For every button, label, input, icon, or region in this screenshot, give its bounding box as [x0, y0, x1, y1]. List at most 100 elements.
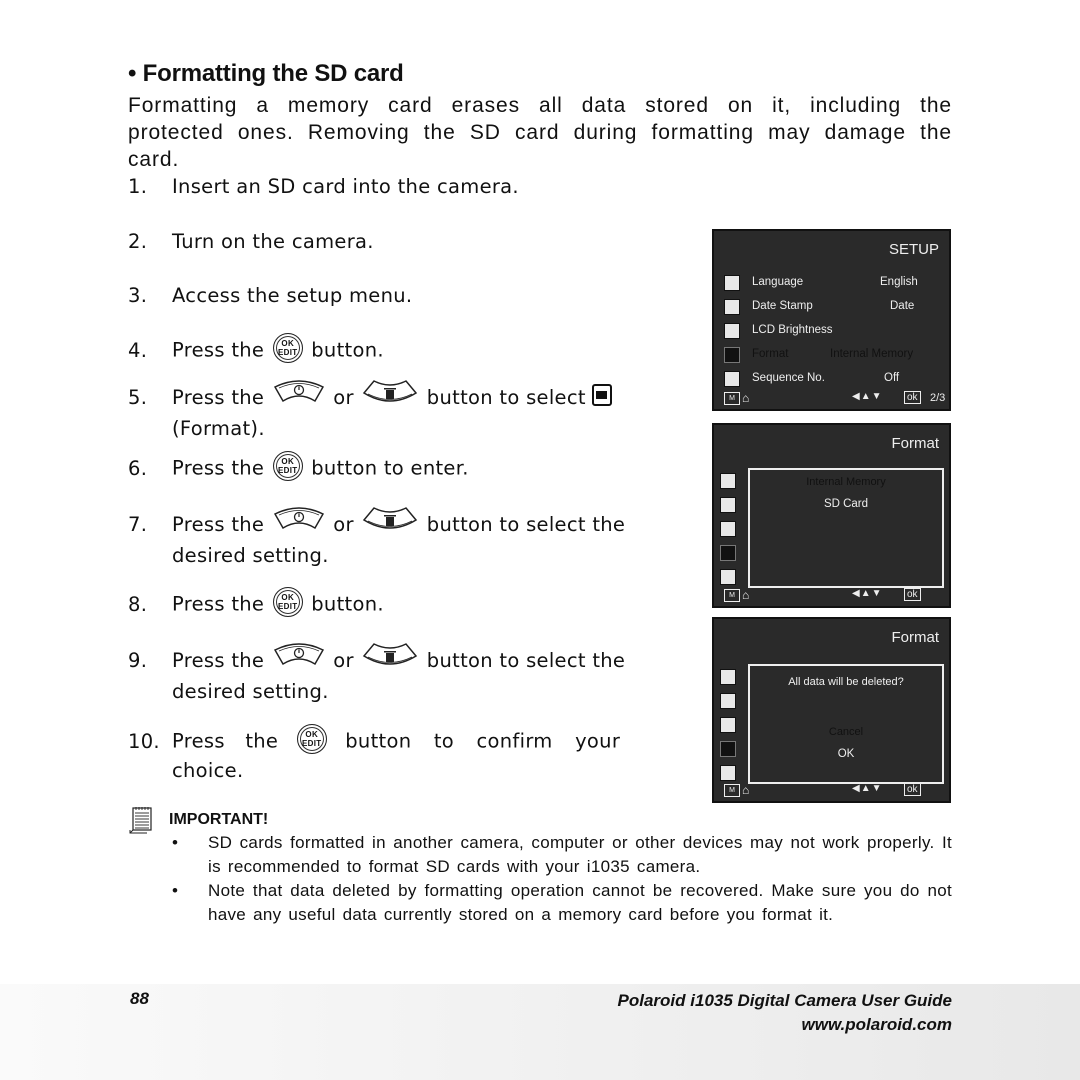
sequence-no-icon [720, 569, 736, 585]
format-icon [724, 347, 740, 363]
step-text: Press the [172, 649, 265, 672]
step-text: Press the [172, 456, 265, 480]
step-number: 6. [128, 456, 148, 480]
step-text: Turn on the camera. [172, 230, 374, 253]
ok-edit-button-icon: OK EDIT [272, 587, 303, 617]
step-text-continued: choice. [172, 759, 244, 782]
home-icon: ⌂ [742, 391, 750, 405]
option-ok[interactable]: OK [750, 748, 942, 760]
step-number: 1. [128, 175, 148, 198]
step-7: 7. Press the or button to select the desi… [128, 506, 626, 569]
step-text: button. [311, 592, 384, 616]
step-3: 3. Access the setup menu. [128, 282, 412, 309]
menu-key-icon: M [724, 589, 740, 602]
step-text: button. [311, 338, 384, 362]
screen-title: SETUP [888, 241, 939, 258]
important-bullet: • Note that data deleted by formatting op… [172, 881, 952, 924]
step-text: button to select [426, 386, 586, 409]
ok-key-icon: ok [904, 588, 921, 601]
sequence-no-icon [720, 765, 736, 781]
step-number: 3. [128, 284, 148, 307]
step-number: 8. [128, 592, 148, 616]
ok-edit-button-icon: OK EDIT [272, 333, 303, 363]
option-sd-card[interactable]: SD Card [750, 498, 942, 510]
step-number: 10. [128, 729, 160, 753]
step-number: 4. [128, 338, 148, 362]
step-text: Insert an SD card into the camera. [172, 175, 519, 198]
format-icon [592, 383, 613, 406]
step-8: 8. Press the OK EDIT button. [128, 587, 384, 620]
guide-title: Polaroid i1035 Digital Camera User Guide [617, 991, 952, 1010]
date-stamp-icon [720, 693, 736, 709]
website-link[interactable]: www.polaroid.com [618, 1013, 953, 1037]
step-number: 7. [128, 513, 148, 536]
setup-menu-screen: SETUP Language English Date Stamp Date LCD… [712, 229, 951, 411]
step-text: Press the [172, 513, 265, 536]
page-number: 88 [130, 989, 149, 1008]
self-timer-up-button-icon [273, 506, 325, 539]
notepad-icon [129, 807, 152, 834]
step-text: button to select the [426, 513, 626, 536]
screen-title: Format [891, 629, 939, 646]
dialog-panel: All data will be deleted? Cancel OK [748, 664, 944, 784]
step-text: or [333, 649, 354, 672]
menu-key-icon: M [724, 392, 740, 405]
footer-guide-title: Polaroid i1035 Digital Camera User Guide… [618, 989, 952, 1037]
ok-edit-button-icon: OK EDIT [272, 451, 303, 481]
screen-bottom-bar: M ⌂ ◀▲▼ ok [714, 783, 949, 799]
step-text-continued: desired setting. [172, 544, 329, 567]
step-text: Press the [172, 729, 279, 753]
step-9: 9. Press the or button to select the desi… [128, 642, 626, 705]
step-6: 6. Press the OK EDIT button to enter. [128, 451, 469, 484]
step-text-continued: (Format). [172, 417, 265, 440]
step-text: or [333, 386, 354, 409]
navigation-arrows-icon: ◀▲▼ [852, 588, 883, 599]
format-icon [720, 545, 736, 561]
step-text: button to select the [426, 649, 626, 672]
step-text: Press the [172, 592, 265, 616]
screen-bottom-bar: M ⌂ ◀▲▼ ok 2/3 [714, 391, 949, 407]
confirm-prompt: All data will be deleted? [788, 676, 904, 688]
section-heading: • Formatting the SD card [128, 60, 404, 87]
format-select-screen: Format Internal Memory SD Card M ⌂ ◀▲▼ o… [712, 423, 951, 608]
important-bullet: • SD cards formatted in another camera, c… [172, 833, 952, 876]
screen-bottom-bar: M ⌂ ◀▲▼ ok [714, 588, 949, 604]
step-text: or [333, 513, 354, 536]
delete-down-button-icon [362, 379, 418, 412]
step-text: Press the [172, 338, 265, 362]
self-timer-up-button-icon [273, 642, 325, 675]
step-text-continued: desired setting. [172, 680, 329, 703]
intro-paragraph: Formatting a memory card erases all data… [128, 94, 952, 171]
delete-down-button-icon [362, 506, 418, 539]
language-icon [720, 473, 736, 489]
ok-key-icon: ok [904, 783, 921, 796]
home-icon: ⌂ [742, 588, 750, 602]
lcd-brightness-icon [724, 323, 740, 339]
option-internal-memory[interactable]: Internal Memory [750, 476, 942, 488]
menu-key-icon: M [724, 784, 740, 797]
format-icon [720, 741, 736, 757]
step-number: 9. [128, 649, 148, 672]
navigation-arrows-icon: ◀▲▼ [852, 783, 883, 794]
menu-row-sequence-no: Sequence No. Off [752, 372, 900, 384]
screen-title: Format [891, 435, 939, 452]
ok-edit-button-icon: OK EDIT [296, 724, 327, 754]
step-number: 2. [128, 230, 148, 253]
step-text: Access the setup menu. [172, 284, 413, 307]
lcd-brightness-icon [720, 717, 736, 733]
page-indicator: 2/3 [930, 392, 946, 404]
home-icon: ⌂ [742, 783, 750, 797]
important-bullets: • SD cards formatted in another camera, c… [170, 831, 952, 927]
step-text: button to enter. [311, 456, 469, 480]
option-cancel[interactable]: Cancel [750, 726, 942, 738]
step-10: 10. Press the OK EDIT button to confirm yo… [128, 724, 644, 784]
step-text: button to confirm your [345, 729, 621, 753]
step-4: 4. Press the OK EDIT button. [128, 333, 384, 366]
menu-row-format: Format Internal Memory [752, 348, 914, 360]
step-text: Press the [172, 386, 265, 409]
navigation-arrows-icon: ◀▲▼ [852, 391, 883, 402]
sequence-no-icon [724, 371, 740, 387]
delete-down-button-icon [362, 642, 418, 675]
step-1: 1. Insert an SD card into the camera. [128, 173, 519, 200]
important-title: IMPORTANT! [169, 811, 269, 828]
